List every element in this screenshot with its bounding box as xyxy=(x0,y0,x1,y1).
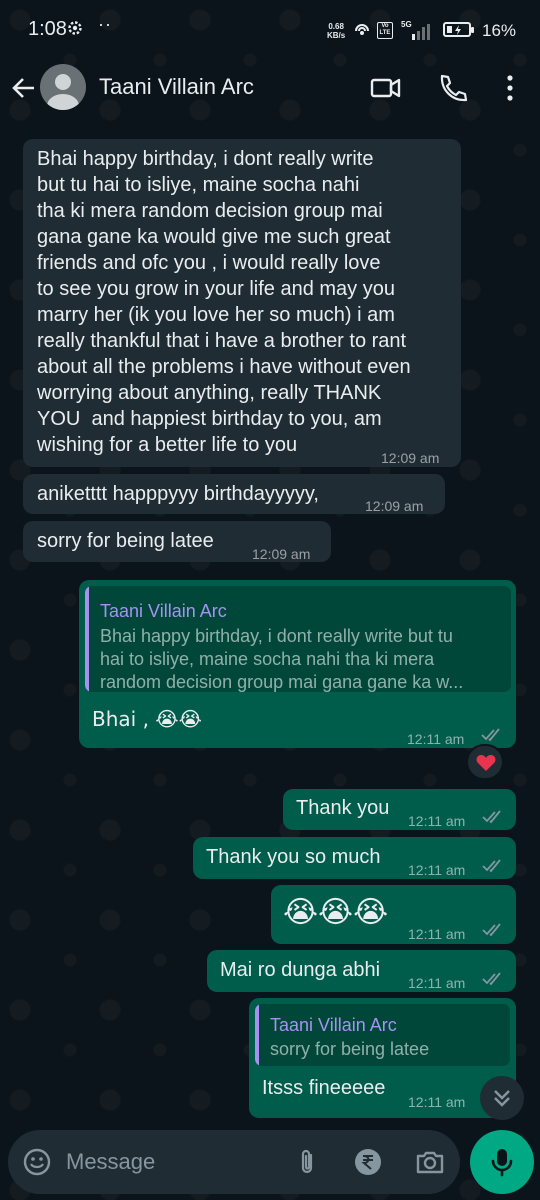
quoted-text: sorry for being latee xyxy=(270,1039,430,1059)
signal-icon xyxy=(412,24,430,40)
chat-header: Taani Villain Arc xyxy=(0,60,540,122)
message-time: 12:11 am xyxy=(407,731,465,747)
volte-icon: Vo LTE xyxy=(377,22,393,39)
contact-name[interactable]: Taani Villain Arc xyxy=(99,74,254,100)
attach-icon[interactable] xyxy=(292,1147,322,1177)
rupee-payment-icon[interactable] xyxy=(353,1147,383,1177)
message-text: 😭😭😭 xyxy=(283,895,389,930)
mic-icon xyxy=(491,1149,513,1177)
message-time: 12:11 am xyxy=(408,1094,466,1110)
message-outgoing[interactable]: Thank you 12:11 am xyxy=(283,789,516,830)
message-text: Bhai , 😭😭 xyxy=(92,707,203,731)
camera-icon[interactable] xyxy=(415,1147,445,1177)
message-outgoing[interactable]: Thank you so much 12:11 am xyxy=(193,837,516,879)
read-ticks-icon xyxy=(482,972,501,986)
quoted-text: Bhai happy birthday, i dont really write… xyxy=(100,626,464,692)
message-incoming[interactable]: sorry for being latee 12:09 am xyxy=(23,521,331,562)
message-time: 12:09 am xyxy=(252,546,311,562)
battery-icon xyxy=(443,22,474,37)
mic-button[interactable] xyxy=(470,1130,534,1194)
double-chevron-down-icon xyxy=(494,1090,510,1107)
message-incoming[interactable]: Bhai happy birthday, i dont really write… xyxy=(23,139,461,467)
message-outgoing[interactable]: Mai ro dunga abhi 12:11 am xyxy=(207,950,516,992)
message-time: 12:11 am xyxy=(408,926,466,942)
message-text: Itsss fineeeee xyxy=(262,1077,386,1099)
message-incoming[interactable]: aniketttt happpyyy birthdayyyyy, 12:09 a… xyxy=(23,474,445,514)
message-outgoing-reply[interactable]: Taani Villain Arc sorry for being latee … xyxy=(249,998,516,1118)
network-speed-value: 0.68 xyxy=(328,22,344,31)
network-speed-unit: KB/s xyxy=(327,31,346,40)
video-call-icon[interactable] xyxy=(370,72,402,104)
more-options-icon[interactable] xyxy=(496,72,528,104)
back-arrow-icon[interactable] xyxy=(10,74,38,102)
message-text: Mai ro dunga abhi xyxy=(220,959,381,981)
message-input[interactable]: Message xyxy=(66,1149,155,1175)
message-text: Thank you xyxy=(296,797,390,819)
message-text: Bhai happy birthday, i dont really write… xyxy=(37,148,411,456)
read-ticks-icon xyxy=(482,810,501,824)
message-time: 12:11 am xyxy=(408,813,466,829)
scroll-to-bottom-button[interactable] xyxy=(480,1076,524,1120)
read-ticks-icon xyxy=(482,923,501,937)
notification-dots: ·· xyxy=(98,14,112,34)
settings-gear-icon xyxy=(66,19,84,37)
heart-reaction[interactable] xyxy=(466,744,504,780)
quoted-sender: Taani Villain Arc xyxy=(270,1015,397,1035)
quoted-message[interactable]: Taani Villain Arc Bhai happy birthday, i… xyxy=(85,586,511,692)
read-ticks-icon xyxy=(481,728,500,742)
read-ticks-icon xyxy=(482,859,501,873)
message-time: 12:11 am xyxy=(408,862,466,878)
message-text: Thank you so much xyxy=(206,846,381,868)
message-outgoing-reply[interactable]: Taani Villain Arc Bhai happy birthday, i… xyxy=(79,580,516,748)
network-speed: 0.68 KB/s xyxy=(327,22,345,40)
message-time: 12:11 am xyxy=(408,975,466,991)
status-time: 1:08 xyxy=(28,18,67,40)
message-outgoing[interactable]: 😭😭😭 12:11 am xyxy=(271,885,516,944)
voice-call-icon[interactable] xyxy=(436,72,468,104)
battery-percent: 16% xyxy=(482,21,517,40)
message-time: 12:09 am xyxy=(381,450,440,466)
message-time: 12:09 am xyxy=(365,498,424,514)
message-text: sorry for being latee xyxy=(37,530,214,552)
quoted-message[interactable]: Taani Villain Arc sorry for being latee xyxy=(255,1004,510,1066)
avatar[interactable] xyxy=(40,64,86,110)
message-text: aniketttt happpyyy birthdayyyyy, xyxy=(37,483,319,505)
message-composer[interactable]: Message xyxy=(8,1130,460,1194)
hotspot-icon xyxy=(355,24,369,35)
quoted-sender: Taani Villain Arc xyxy=(100,601,227,621)
status-bar: 1:08 ·· 0.68 KB/s Vo LTE 5G 16% xyxy=(0,0,540,60)
emoji-icon[interactable] xyxy=(22,1147,52,1177)
